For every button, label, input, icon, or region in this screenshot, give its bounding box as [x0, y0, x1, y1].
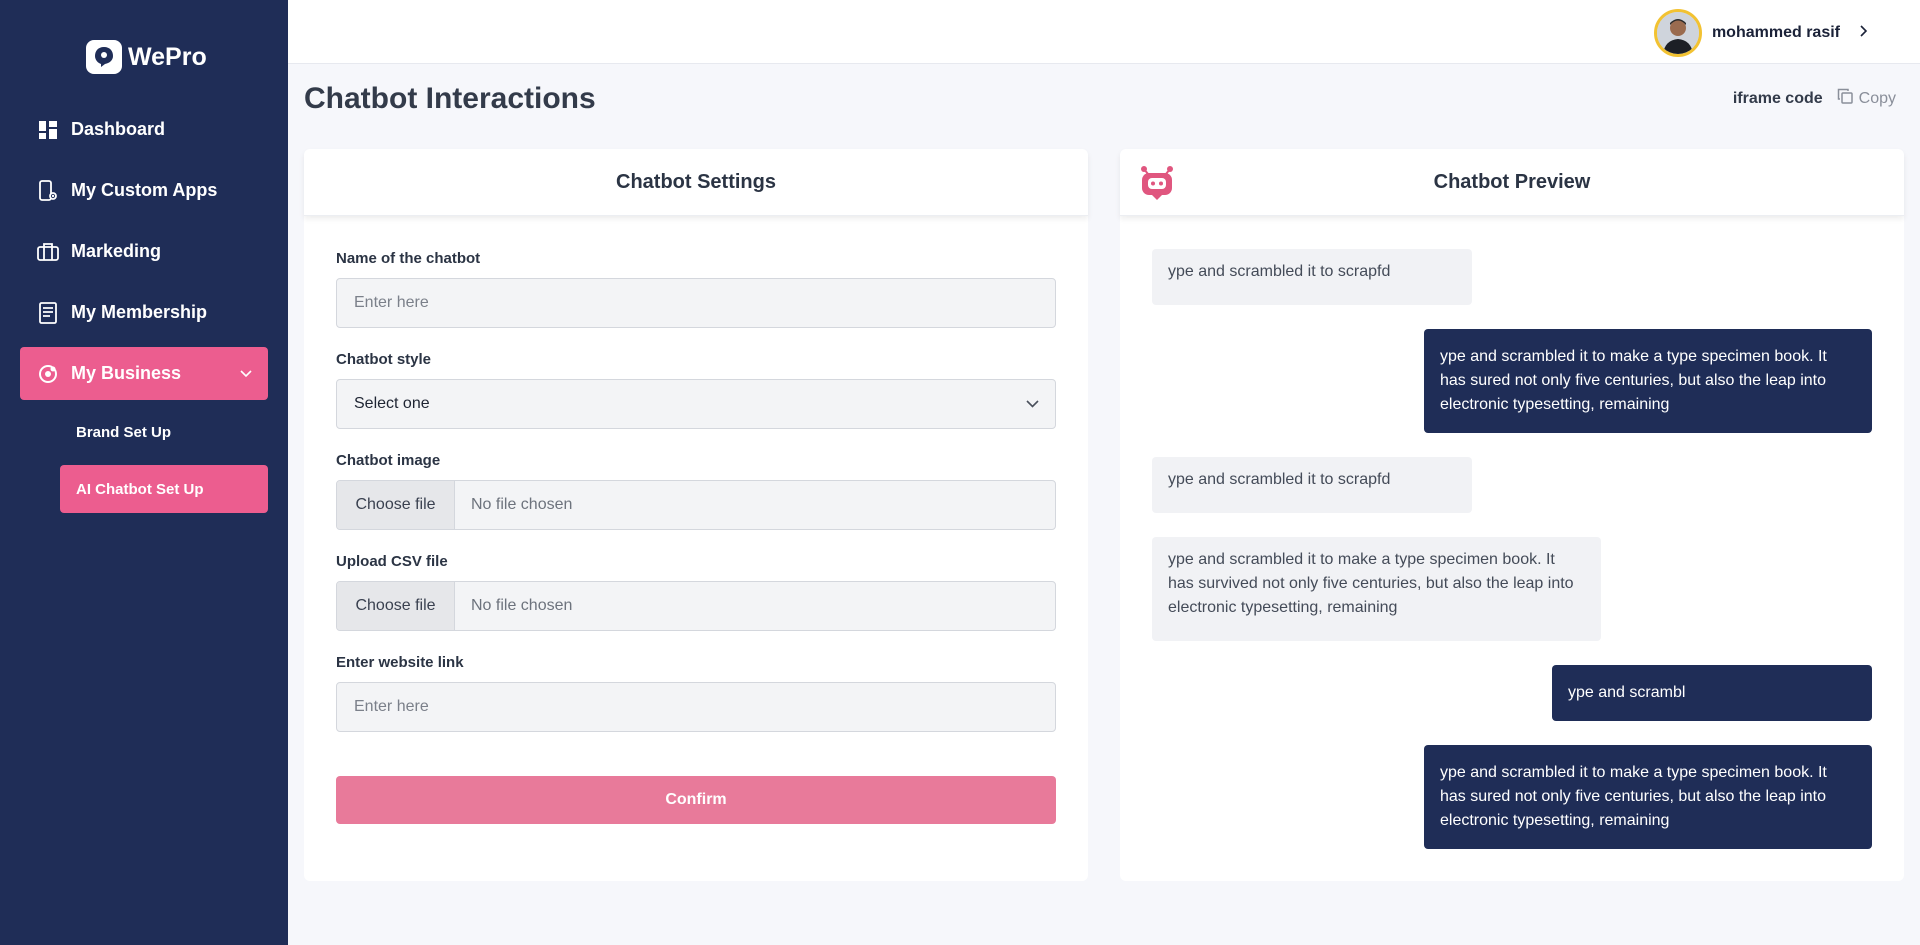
copy-icon	[1837, 88, 1853, 109]
confirm-button[interactable]: Confirm	[336, 776, 1056, 824]
chevron-right-icon	[1860, 24, 1868, 42]
style-label: Chatbot style	[336, 351, 432, 368]
user-menu[interactable]: mohammed rasif	[1653, 9, 1868, 57]
sidebar-item-dashboard[interactable]: Dashboard	[20, 103, 268, 156]
sidebar-item-label: My Custom Apps	[71, 180, 218, 200]
chatbot-settings-title: Chatbot Settings	[616, 170, 776, 193]
bot-message: ype and scrambled it to scrapfd	[1152, 457, 1472, 513]
csv-field-group: Upload CSV file Choose file No file chos…	[336, 553, 1056, 631]
website-label: Enter website link	[336, 654, 464, 671]
sidebar-item-my-membership[interactable]: My Membership	[20, 286, 268, 339]
chevron-down-icon	[1026, 395, 1039, 413]
sidebar: WePro Dashboard My Custom Apps Markeding…	[0, 0, 288, 945]
choose-file-button[interactable]: Choose file	[337, 481, 455, 529]
sidebar-item-my-business[interactable]: My Business	[20, 347, 268, 400]
document-icon	[37, 301, 59, 324]
sidebar-item-label: Markeding	[71, 241, 162, 261]
sidebar-subitem-brand-set-up[interactable]: Brand Set Up	[60, 408, 268, 456]
sidebar-nav: Dashboard My Custom Apps Markeding My Me…	[20, 103, 268, 522]
iframe-code-label: iframe code	[1732, 89, 1823, 107]
user-name: mohammed rasif	[1711, 24, 1840, 41]
csv-file-input[interactable]: Choose file No file chosen	[336, 581, 1056, 631]
style-select-value: Select one	[354, 395, 430, 412]
sidebar-item-my-custom-apps[interactable]: My Custom Apps	[20, 164, 268, 217]
avatar	[1653, 9, 1702, 57]
csv-label: Upload CSV file	[336, 553, 448, 570]
chatbot-name-input[interactable]	[336, 278, 1056, 328]
style-field-group: Chatbot style Select one	[336, 351, 1056, 429]
chatbot-preview-title: Chatbot Preview	[1433, 170, 1591, 193]
image-label: Chatbot image	[336, 452, 441, 469]
page-title: Chatbot Interactions	[304, 82, 596, 115]
brand-name: WePro	[128, 42, 207, 71]
brand-logo[interactable]: WePro	[86, 40, 207, 74]
sidebar-item-label: My Business	[71, 363, 182, 383]
sidebar-item-label: Dashboard	[71, 119, 166, 139]
copy-button[interactable]: Copy	[1837, 88, 1896, 109]
website-field-group: Enter website link	[336, 654, 1056, 732]
website-link-input[interactable]	[336, 682, 1056, 732]
business-icon	[37, 363, 59, 385]
sidebar-item-markeding[interactable]: Markeding	[20, 225, 268, 278]
chatbot-preview-header: Chatbot Preview	[1120, 149, 1904, 216]
sidebar-submenu: Brand Set Up AI Chatbot Set Up	[60, 408, 268, 513]
chatbot-style-select[interactable]: Select one	[336, 379, 1056, 429]
file-status: No file chosen	[471, 597, 573, 614]
name-field-group: Name of the chatbot	[336, 250, 1056, 328]
name-label: Name of the chatbot	[336, 250, 481, 267]
phone-settings-icon	[37, 179, 59, 202]
sidebar-item-label: My Membership	[71, 302, 208, 322]
topbar: mohammed rasif	[288, 0, 1920, 64]
bot-message: ype and scrambled it to scrapfd	[1152, 249, 1472, 305]
choose-file-button[interactable]: Choose file	[337, 582, 455, 630]
user-message: ype and scrambl	[1552, 665, 1872, 721]
brand-logo-icon	[86, 40, 122, 74]
sidebar-subitem-ai-chatbot-set-up[interactable]: AI Chatbot Set Up	[60, 465, 268, 513]
briefcase-icon	[37, 241, 59, 263]
user-message: ype and scrambled it to make a type spec…	[1424, 329, 1872, 433]
image-field-group: Chatbot image Choose file No file chosen	[336, 452, 1056, 530]
chatbot-image-file-input[interactable]: Choose file No file chosen	[336, 480, 1056, 530]
chatbot-icon	[1138, 163, 1176, 201]
chatbot-preview-card: Chatbot Preview ype and scrambled it to …	[1120, 149, 1904, 881]
iframe-code-bar: iframe code Copy	[1733, 88, 1896, 109]
user-message: ype and scrambled it to make a type spec…	[1424, 745, 1872, 849]
chevron-down-icon	[240, 365, 252, 383]
copy-label: Copy	[1858, 89, 1896, 107]
chatbot-settings-form: Name of the chatbot Chatbot style Select…	[304, 250, 1088, 824]
bot-message: ype and scrambled it to make a type spec…	[1152, 537, 1601, 641]
chatbot-settings-card: Chatbot Settings Name of the chatbot Cha…	[304, 149, 1088, 881]
dashboard-icon	[37, 119, 59, 141]
file-status: No file chosen	[471, 496, 573, 513]
chatbot-settings-header: Chatbot Settings	[304, 149, 1088, 216]
